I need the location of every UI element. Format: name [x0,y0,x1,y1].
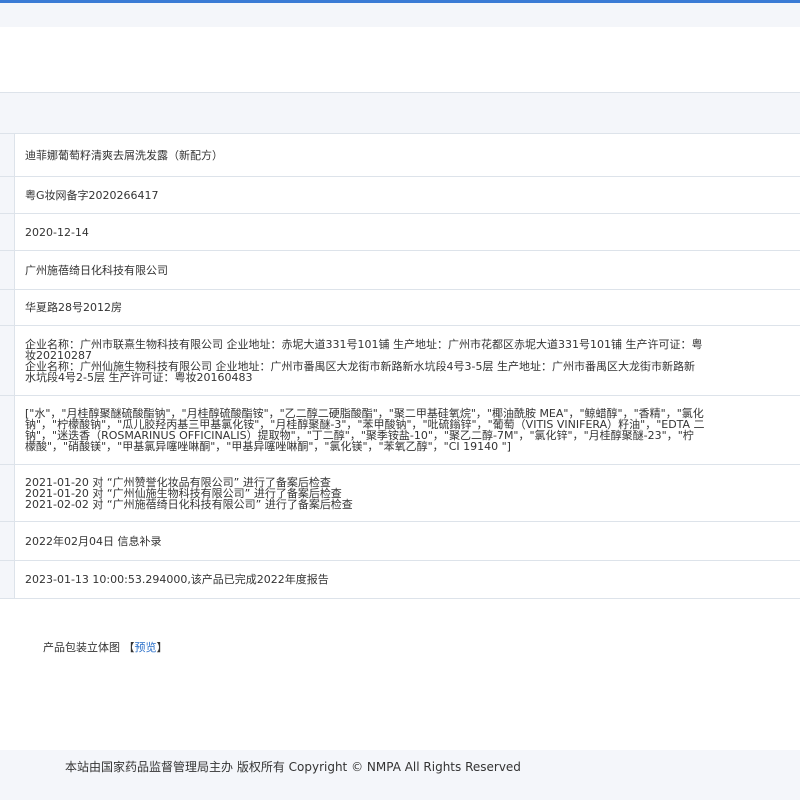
registrant-address: 华夏路28号2012房 [25,301,122,314]
preview-link[interactable]: 预览 [135,641,157,654]
record-number: 粤G妆网备字2020266417 [25,188,159,202]
table-row: 企业名称：广州市联熹生物科技有限公司 企业地址：赤坭大道331号101铺 生产地… [0,326,800,396]
table-row: 2020-12-14 [0,214,800,251]
record-date: 2020-12-14 [25,225,89,239]
table-row: 广州施蓓绮日化科技有限公司 [0,251,800,290]
annual-report: 2023-01-13 10:00:53.294000,该产品已完成2022年度报… [25,573,329,586]
table-row: 2023-01-13 10:00:53.294000,该产品已完成2022年度报… [0,561,800,598]
header-area [0,27,800,92]
package-image-label: 产品包装立体图 [43,641,120,654]
table-row: 2021-01-20 对 “广州赞誉化妆品有限公司” 进行了备案后检查 2021… [0,465,800,522]
product-detail-table: 迪菲娜葡萄籽清爽去屑洗发露（新配方） 粤G妆网备字2020266417 2020… [0,133,800,599]
top-band [0,3,800,27]
section-band [0,93,800,133]
ingredients-list: ["水"，"月桂醇聚醚硫酸酯钠"，"月桂醇硫酸酯铵"，"乙二醇二硬脂酸酯"，"聚… [25,407,705,453]
registrant-name: 广州施蓓绮日化科技有限公司 [25,263,168,277]
table-row: 迪菲娜葡萄籽清爽去屑洗发露（新配方） [0,134,800,177]
table-row: ["水"，"月桂醇聚醚硫酸酯钠"，"月桂醇硫酸酯铵"，"乙二醇二硬脂酸酯"，"聚… [0,396,800,465]
table-row: 粤G妆网备字2020266417 [0,177,800,214]
inspection-records: 2021-01-20 对 “广州赞誉化妆品有限公司” 进行了备案后检查 2021… [25,475,353,511]
info-supplement: 2022年02月04日 信息补录 [25,534,162,548]
product-name: 迪菲娜葡萄籽清爽去屑洗发露（新配方） [25,148,223,162]
table-row: 2022年02月04日 信息补录 [0,522,800,561]
footer: 本站由国家药品监督管理局主办 版权所有 Copyright © NMPA All… [0,750,800,800]
package-image-row: 产品包装立体图 【预览】 [43,641,168,654]
manufacturers-info: 企业名称：广州市联熹生物科技有限公司 企业地址：赤坭大道331号101铺 生产地… [25,337,703,384]
copyright-text: 本站由国家药品监督管理局主办 版权所有 Copyright © NMPA All… [65,760,521,774]
table-row: 华夏路28号2012房 [0,290,800,326]
